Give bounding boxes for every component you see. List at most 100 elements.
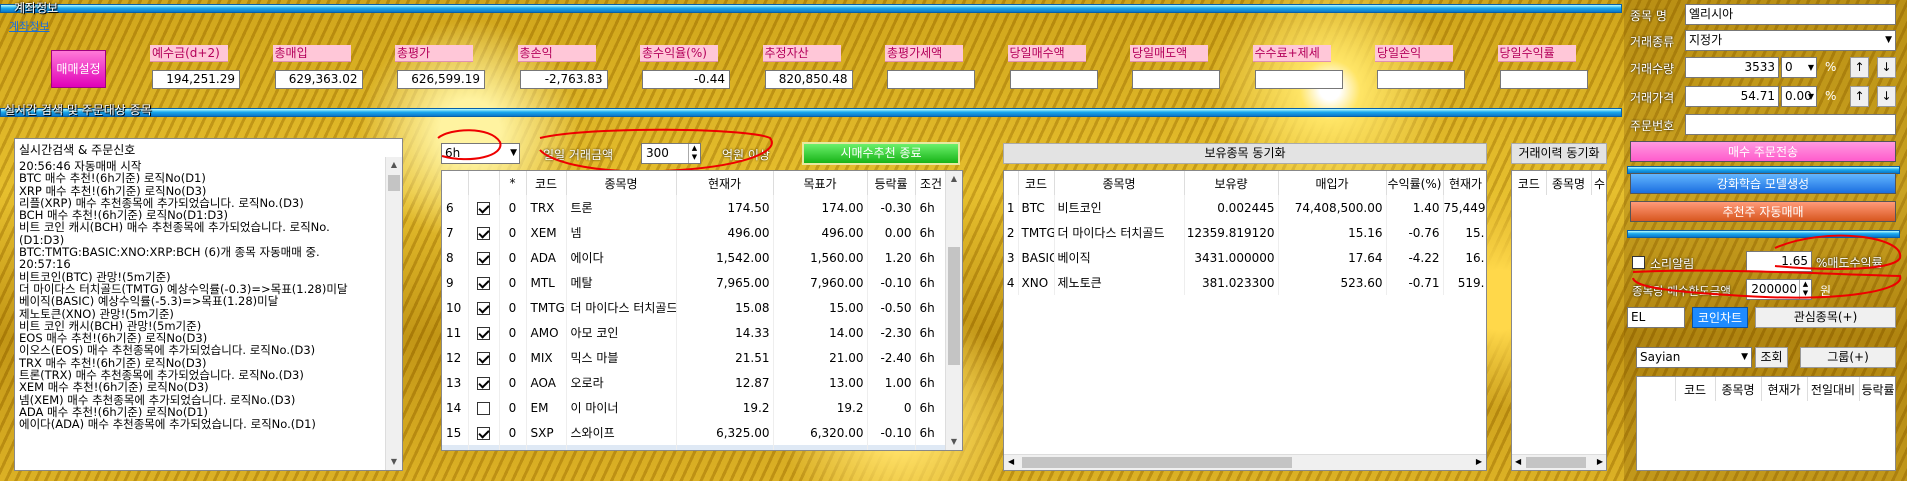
- row-checkbox-icon[interactable]: [477, 326, 490, 340]
- row-checkbox-icon[interactable]: [477, 301, 490, 315]
- row-select-checkbox[interactable]: [468, 345, 500, 370]
- row-select-checkbox[interactable]: [468, 445, 500, 450]
- holdings-col-header[interactable]: [1004, 171, 1019, 195]
- price-input[interactable]: 54.71: [1685, 86, 1779, 107]
- recommend-row[interactable]: 7 0 XEM 넴 496.00 496.00 0.00 6h: [442, 220, 948, 245]
- scroll-left-icon[interactable]: ◀: [1515, 457, 1521, 466]
- row-checkbox-icon[interactable]: [477, 251, 490, 265]
- log-scrollbar[interactable]: ▲ ▼: [385, 157, 402, 470]
- row-select-checkbox[interactable]: [468, 395, 500, 420]
- row-select-checkbox[interactable]: [468, 420, 500, 445]
- order-type-label: 거래종류: [1630, 35, 1675, 49]
- holdings-cell: 75,449,000: [1443, 195, 1486, 220]
- sync-history-button[interactable]: 거래이력 동기화: [1511, 143, 1607, 164]
- account-field-label: 총손익: [517, 45, 596, 62]
- recommend-row[interactable]: 11 0 AMO 아모 코인 14.33 14.00 -2.30 6h: [442, 320, 948, 345]
- quantity-input[interactable]: 3533: [1685, 57, 1779, 78]
- holdings-row[interactable]: 1BTC비트코인0.00244574,408,500.001.4075,449,…: [1004, 195, 1486, 220]
- quantity-up-button[interactable]: ↑: [1850, 57, 1869, 78]
- recommend-cell: 이 마이너: [566, 395, 677, 420]
- recommend-row[interactable]: 16 0EL엘리시아54.7359.007.806h: [442, 445, 948, 450]
- scroll-right-icon[interactable]: ▶: [1597, 457, 1603, 466]
- row-checkbox-icon[interactable]: [477, 226, 490, 240]
- send-order-button[interactable]: 매수 주문전송: [1630, 141, 1896, 162]
- scroll-down-icon[interactable]: ▼: [386, 454, 402, 470]
- recommend-row[interactable]: 12 0 MIX 믹스 마블 21.51 21.00 -2.40 6h: [442, 345, 948, 370]
- holdings-col-header[interactable]: 현재가: [1443, 171, 1486, 195]
- recommend-row[interactable]: 13 0 AOA 오로라 12.87 13.00 1.00 6h: [442, 370, 948, 395]
- row-checkbox-icon[interactable]: [477, 426, 490, 440]
- scroll-down-icon[interactable]: ▼: [946, 434, 962, 450]
- scroll-right-icon[interactable]: ▶: [1476, 457, 1482, 466]
- row-checkbox-icon[interactable]: [477, 401, 490, 415]
- recommend-row[interactable]: 10 0 TMTG 더 마이다스 터치골드 15.08 15.00 -0.50 6h: [442, 295, 948, 320]
- price-up-button[interactable]: ↑: [1850, 86, 1869, 107]
- sync-holdings-button[interactable]: 보유종목 동기화: [1003, 143, 1487, 164]
- scroll-left-icon[interactable]: ◀: [1008, 457, 1014, 466]
- recommend-col-header[interactable]: 코드: [526, 171, 567, 195]
- history-hscrollbar[interactable]: ◀ ▶: [1512, 454, 1606, 470]
- recommend-col-header[interactable]: 조건: [915, 171, 948, 195]
- group-select[interactable]: Sayian ▼: [1636, 347, 1752, 368]
- row-select-checkbox[interactable]: [468, 195, 500, 220]
- row-select-checkbox[interactable]: [468, 245, 500, 270]
- price-pct-select[interactable]: 0.00 ▼: [1781, 86, 1817, 107]
- rl-model-button[interactable]: 강화학습 모델생성: [1630, 173, 1896, 194]
- recommend-col-header[interactable]: [468, 171, 500, 195]
- row-select-checkbox[interactable]: [468, 270, 500, 295]
- row-checkbox-icon[interactable]: [477, 351, 490, 365]
- order-type-select[interactable]: 지정가 ▼: [1685, 30, 1896, 51]
- row-select-checkbox[interactable]: [468, 295, 500, 320]
- recommend-row[interactable]: 6 0 TRX 트론 174.50 174.00 -0.30 6h: [442, 195, 948, 220]
- add-favorite-button[interactable]: 관심종목(+): [1755, 307, 1896, 328]
- holdings-col-header[interactable]: 수익률(%): [1386, 171, 1444, 195]
- recommend-col-header[interactable]: [442, 171, 469, 195]
- holdings-hscroll-thumb[interactable]: [1022, 457, 1292, 468]
- recommend-col-header[interactable]: *: [499, 171, 527, 195]
- row-select-checkbox[interactable]: [468, 220, 500, 245]
- holdings-hscrollbar[interactable]: ◀ ▶: [1004, 454, 1486, 470]
- stop-recommend-button[interactable]: 시매수추천 종료: [802, 142, 960, 165]
- price-down-button[interactable]: ↓: [1877, 86, 1896, 107]
- history-hscroll-thumb[interactable]: [1526, 457, 1586, 468]
- add-group-button[interactable]: 그룹(+): [1800, 347, 1896, 368]
- holdings-row[interactable]: 2 TMTG 더 마이다스 터치골드 12359.819120 15.16 -0.76 15…: [1004, 220, 1486, 245]
- row-checkbox-icon[interactable]: [477, 276, 490, 290]
- order-number-input[interactable]: [1685, 114, 1896, 135]
- holdings-row[interactable]: 3 BASIC 베이직 3431.000000 17.64 -4.22 16.: [1004, 245, 1486, 270]
- scroll-up-icon[interactable]: ▲: [386, 157, 402, 173]
- holdings-cell: BTC: [1018, 195, 1055, 220]
- recommend-row[interactable]: 8 0 ADA 에이다 1,542.00 1,560.00 1.20 6h: [442, 245, 948, 270]
- row-checkbox-icon[interactable]: [477, 376, 490, 390]
- holdings-col-header[interactable]: 매입가: [1278, 171, 1387, 195]
- recommend-col-header[interactable]: 목표가: [773, 171, 868, 195]
- query-button[interactable]: 조회: [1755, 347, 1788, 368]
- holdings-col-header[interactable]: 보유량: [1184, 171, 1279, 195]
- code-input[interactable]: EL: [1627, 307, 1685, 328]
- recommend-row[interactable]: 9 0 MTL 메탈 7,965.00 7,960.00 -0.10 6h: [442, 270, 948, 295]
- quantity-pct-select[interactable]: 0 ▼: [1781, 57, 1817, 78]
- recommend-col-header[interactable]: 현재가: [676, 171, 774, 195]
- recommend-col-header[interactable]: 등락률: [867, 171, 916, 195]
- quantity-label: 거래수량: [1630, 62, 1675, 76]
- coin-chart-button[interactable]: 코인차트: [1692, 307, 1748, 328]
- holdings-cell: 519.: [1443, 270, 1486, 295]
- stock-name-input[interactable]: 엘리시아: [1685, 4, 1896, 25]
- row-select-checkbox[interactable]: [468, 370, 500, 395]
- holdings-col-header[interactable]: 코드: [1018, 171, 1055, 195]
- recommend-cell: 6h: [915, 320, 948, 345]
- recommend-row[interactable]: 15 0 SXP 스와이프 6,325.00 6,320.00 -0.10 6h: [442, 420, 948, 445]
- recommend-scrollbar[interactable]: ▲ ▼: [945, 171, 962, 450]
- holdings-row[interactable]: 4 XNO 제노토큰 381.023300 523.60 -0.71 519.: [1004, 270, 1486, 295]
- recommend-scroll-thumb[interactable]: [948, 247, 960, 365]
- quantity-down-button[interactable]: ↓: [1877, 57, 1896, 78]
- recommend-col-header[interactable]: 종목명: [566, 171, 677, 195]
- recommend-row[interactable]: 14 0 EM 이 마이너 19.2 19.2 0 6h: [442, 395, 948, 420]
- log-scroll-thumb[interactable]: [388, 175, 400, 191]
- scroll-up-icon[interactable]: ▲: [946, 171, 962, 187]
- holdings-col-header[interactable]: 종목명: [1054, 171, 1185, 195]
- trade-settings-button[interactable]: 매매설정: [51, 50, 106, 88]
- auto-trade-button[interactable]: 추천주 자동매매: [1630, 201, 1896, 222]
- row-checkbox-icon[interactable]: [477, 201, 490, 215]
- row-select-checkbox[interactable]: [468, 320, 500, 345]
